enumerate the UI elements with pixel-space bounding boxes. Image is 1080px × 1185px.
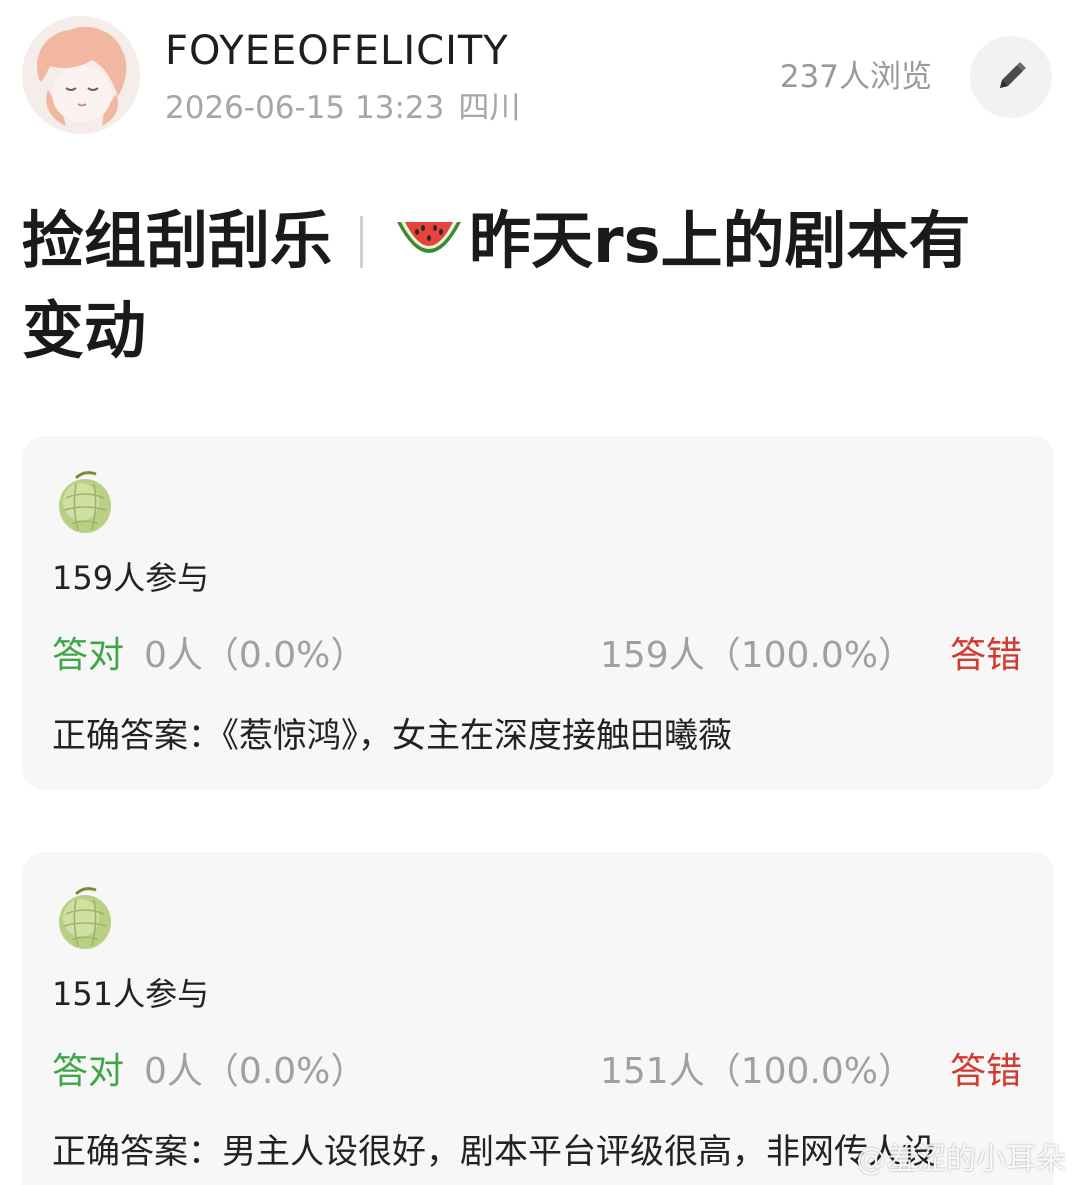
post-timestamp: 2026-06-15 13:23 bbox=[165, 90, 445, 126]
title-divider bbox=[360, 216, 364, 268]
correct-stats: 0人（0.0%） bbox=[144, 1051, 367, 1092]
correct-stats: 0人（0.0%） bbox=[144, 635, 367, 676]
participant-count: 151人参与 bbox=[52, 975, 210, 1013]
quiz-stats: 答对 0人（0.0%） 151人（100.0%） 答错 bbox=[52, 1048, 1022, 1096]
quiz-stats: 答对 0人（0.0%） 159人（100.0%） 答错 bbox=[52, 632, 1022, 680]
post-location: 四川 bbox=[458, 90, 521, 126]
post-meta: 2026-06-15 13:23 四川 bbox=[165, 88, 520, 128]
post-page: FOYEEOFELICITY 2026-06-15 13:23 四川 237人浏览… bbox=[0, 0, 1080, 1185]
melon-icon bbox=[59, 471, 111, 533]
watermelon-icon bbox=[397, 222, 462, 253]
author-name[interactable]: FOYEEOFELICITY bbox=[165, 26, 509, 76]
post-header: FOYEEOFELICITY 2026-06-15 13:23 四川 237人浏览 bbox=[0, 0, 1080, 150]
correct-label: 答对 bbox=[52, 635, 125, 676]
pencil-icon bbox=[1000, 62, 1026, 88]
wrong-group: 159人（100.0%） 答错 bbox=[600, 632, 1022, 680]
wrong-group: 151人（100.0%） 答错 bbox=[600, 1048, 1022, 1096]
quiz-card[interactable]: 159人参与 答对 0人（0.0%） 159人（100.0%） 答错 正确答案：《惹… bbox=[22, 436, 1054, 790]
wrong-stats: 151人（100.0%） bbox=[600, 1051, 914, 1092]
correct-answer: 正确答案：《惹惊鸿》，女主在深度接触田曦薇 bbox=[52, 716, 732, 756]
watermark: @羞涩的小耳朵 bbox=[856, 1142, 1066, 1177]
avatar-illustration bbox=[22, 16, 140, 134]
wrong-stats: 159人（100.0%） bbox=[600, 635, 914, 676]
wrong-label: 答错 bbox=[949, 635, 1022, 676]
participant-count: 159人参与 bbox=[52, 559, 210, 597]
edit-button[interactable] bbox=[970, 36, 1052, 118]
correct-label: 答对 bbox=[52, 1051, 125, 1092]
quiz-card[interactable]: 151人参与 答对 0人（0.0%） 151人（100.0%） 答错 正确答案：男主… bbox=[22, 852, 1054, 1185]
title-topic: 捡组刮刮乐 bbox=[22, 204, 333, 277]
wrong-label: 答错 bbox=[949, 1051, 1022, 1092]
avatar[interactable] bbox=[22, 16, 140, 134]
view-count: 237人浏览 bbox=[779, 59, 932, 95]
post-title: 捡组刮刮乐 昨天rs上的剧本有变动 bbox=[22, 196, 1032, 376]
melon-icon bbox=[59, 887, 111, 949]
